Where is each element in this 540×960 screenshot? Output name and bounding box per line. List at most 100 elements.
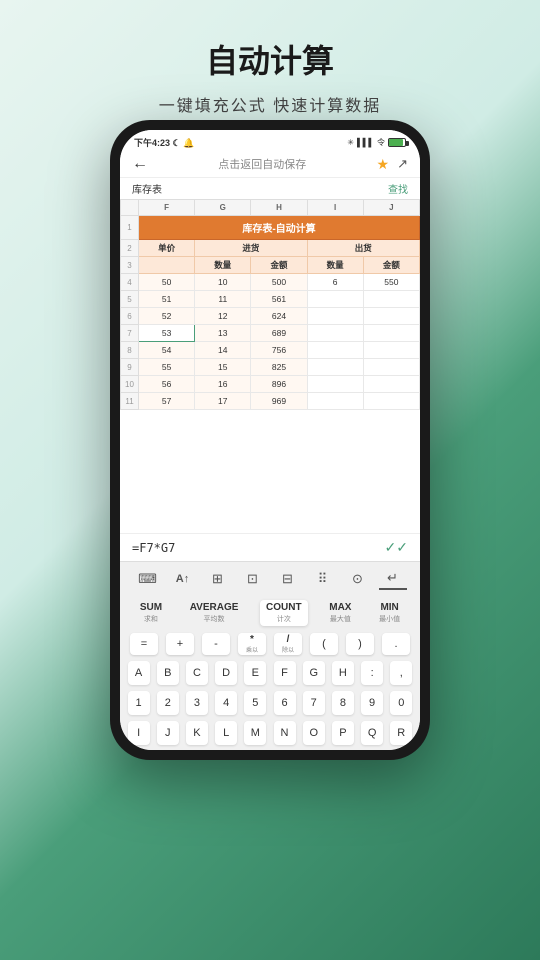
col-h[interactable]: H: [251, 200, 307, 216]
key-b[interactable]: B: [157, 661, 179, 685]
corner-cell: [121, 200, 139, 216]
col-j[interactable]: J: [363, 200, 419, 216]
op-divide[interactable]: / 除以: [274, 633, 302, 655]
op-minus[interactable]: -: [202, 633, 230, 655]
func-count-sub: 计次: [277, 614, 291, 624]
key-9[interactable]: 9: [361, 691, 383, 715]
table-row-7[interactable]: 7 53 13 689: [121, 325, 420, 342]
keyboard-icon[interactable]: ⌨: [134, 568, 162, 590]
table-row-5[interactable]: 5 51 11 561: [121, 291, 420, 308]
op-lparen[interactable]: (: [310, 633, 338, 655]
refresh-icon[interactable]: ⊙: [344, 568, 372, 590]
col-i[interactable]: I: [307, 200, 363, 216]
table-row-6[interactable]: 6 52 12 624: [121, 308, 420, 325]
table-row-8[interactable]: 8 54 14 756: [121, 342, 420, 359]
col-g[interactable]: G: [195, 200, 251, 216]
func-sum[interactable]: SUM 求和: [134, 600, 168, 626]
key-e[interactable]: E: [244, 661, 266, 685]
key-5[interactable]: 5: [244, 691, 266, 715]
enter-icon[interactable]: ↵: [379, 568, 407, 590]
bluetooth-icon: ✳: [347, 138, 354, 147]
row-num-2: 2: [121, 240, 139, 257]
func-min-sub: 最小值: [379, 614, 400, 624]
func-max-label: MAX: [329, 602, 351, 613]
key-g[interactable]: G: [303, 661, 325, 685]
func-average-label: AVERAGE: [190, 602, 239, 613]
back-button[interactable]: ←: [132, 155, 148, 173]
key-r[interactable]: R: [390, 721, 412, 745]
key-colon[interactable]: :: [361, 661, 383, 685]
table-row-11[interactable]: 11 57 17 969: [121, 393, 420, 410]
row-num-3: 3: [121, 257, 139, 274]
key-0[interactable]: 0: [390, 691, 412, 715]
star-button[interactable]: ★: [377, 156, 390, 173]
sheet-table: F G H I J 1 库存表-自动计算: [120, 199, 420, 410]
key-d[interactable]: D: [215, 661, 237, 685]
formula-confirm[interactable]: ✓✓: [385, 539, 408, 556]
header-jinghuo: 进货: [195, 240, 307, 257]
table-row-4[interactable]: 4 50 10 500 6 550: [121, 274, 420, 291]
key-7[interactable]: 7: [303, 691, 325, 715]
key-f[interactable]: F: [274, 661, 296, 685]
key-c[interactable]: C: [186, 661, 208, 685]
key-l[interactable]: L: [215, 721, 237, 745]
key-p[interactable]: P: [332, 721, 354, 745]
key-6[interactable]: 6: [274, 691, 296, 715]
find-button[interactable]: 查找: [388, 181, 408, 196]
key-q[interactable]: Q: [361, 721, 383, 745]
letter-row-1: A B C D E F G H : ,: [120, 658, 420, 688]
key-3[interactable]: 3: [186, 691, 208, 715]
func-average[interactable]: AVERAGE 平均数: [184, 600, 245, 626]
key-comma[interactable]: ,: [390, 661, 412, 685]
table-row-9[interactable]: 9 55 15 825: [121, 359, 420, 376]
func-count-label: COUNT: [266, 602, 302, 613]
key-h[interactable]: H: [332, 661, 354, 685]
func-count[interactable]: COUNT 计次: [260, 600, 308, 626]
func-sum-sub: 求和: [144, 614, 158, 624]
text-format-icon[interactable]: A↑: [169, 568, 197, 590]
status-time: 下午4:23 ☾ 🔔: [134, 136, 194, 149]
key-a[interactable]: A: [128, 661, 150, 685]
key-i[interactable]: I: [128, 721, 150, 745]
key-2[interactable]: 2: [157, 691, 179, 715]
formula-input[interactable]: =F7*G7: [132, 541, 175, 555]
key-k[interactable]: K: [186, 721, 208, 745]
formula-bar: =F7*G7 ✓✓: [120, 533, 420, 561]
key-j[interactable]: J: [157, 721, 179, 745]
table-row-2: 2 单价 进货 出货: [121, 240, 420, 257]
letter-row-2: I J K L M N O P Q R: [120, 718, 420, 750]
op-plus[interactable]: +: [166, 633, 194, 655]
op-equals[interactable]: =: [130, 633, 158, 655]
operator-row: = + - * 乘以 / 除以 ( ) .: [120, 630, 420, 658]
op-dot[interactable]: .: [382, 633, 410, 655]
table-row-3: 3 数量 金额 数量 金额: [121, 257, 420, 274]
col-f[interactable]: F: [139, 200, 195, 216]
func-max-sub: 最大值: [330, 614, 351, 624]
key-8[interactable]: 8: [332, 691, 354, 715]
status-icons: ✳ ▌▌▌ 令: [347, 137, 406, 148]
export-button[interactable]: ↗: [397, 156, 408, 173]
func-max[interactable]: MAX 最大值: [323, 600, 357, 626]
func-average-sub: 平均数: [204, 614, 225, 624]
table-icon[interactable]: ⊞: [204, 568, 232, 590]
op-multiply[interactable]: * 乘以: [238, 633, 266, 655]
sub-header-ch-num: 数量: [307, 257, 363, 274]
key-o[interactable]: O: [303, 721, 325, 745]
key-1[interactable]: 1: [128, 691, 150, 715]
key-n[interactable]: N: [274, 721, 296, 745]
key-4[interactable]: 4: [215, 691, 237, 715]
op-rparen[interactable]: ): [346, 633, 374, 655]
sheet-toolbar: 库存表 查找: [120, 178, 420, 199]
filter-icon[interactable]: ⊟: [274, 568, 302, 590]
func-min[interactable]: MIN 最小值: [373, 600, 406, 626]
selected-cell[interactable]: 53: [139, 325, 195, 342]
row-num-1: 1: [121, 216, 139, 240]
grid-icon[interactable]: ⠿: [309, 568, 337, 590]
table-row-10[interactable]: 10 56 16 896: [121, 376, 420, 393]
key-m[interactable]: M: [244, 721, 266, 745]
table-row-1: 1 库存表-自动计算: [121, 216, 420, 240]
sheet-title: 库存表-自动计算: [139, 216, 420, 240]
spreadsheet[interactable]: F G H I J 1 库存表-自动计算: [120, 199, 420, 533]
page-subtitle: 一键填充公式 快速计算数据: [0, 92, 540, 116]
freeze-icon[interactable]: ⊡: [239, 568, 267, 590]
